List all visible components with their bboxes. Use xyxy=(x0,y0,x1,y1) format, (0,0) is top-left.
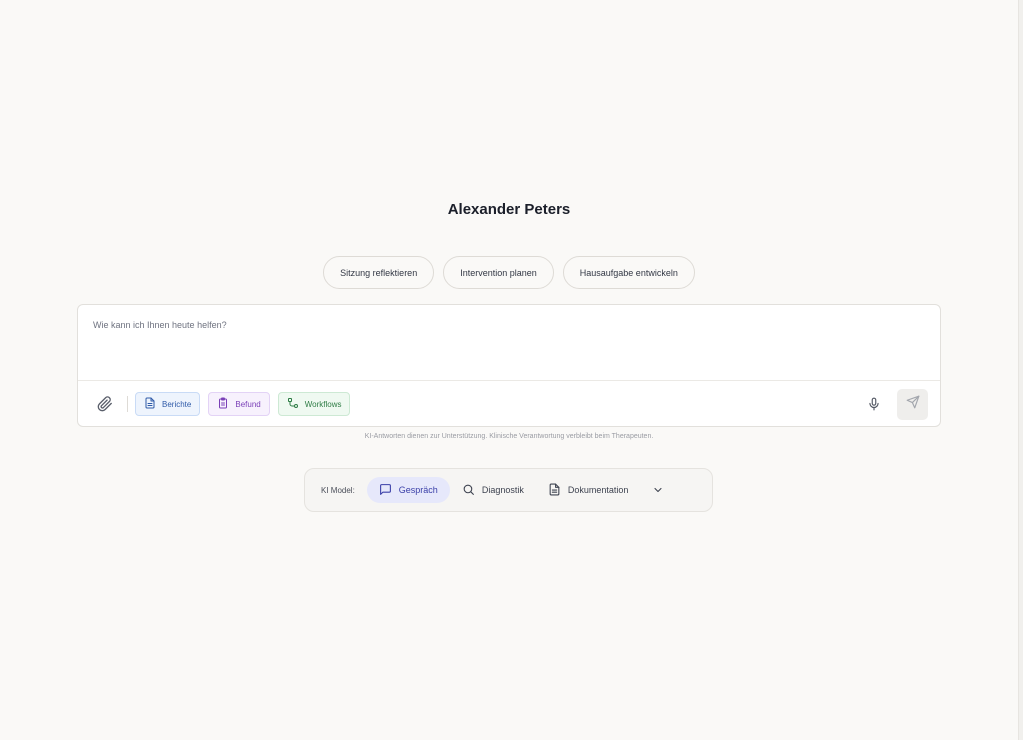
model-option-label: Diagnostik xyxy=(481,485,524,495)
model-selector: KI Model: Gespräch Diagnostik Dokumentat… xyxy=(304,468,713,512)
berichte-button[interactable]: Berichte xyxy=(135,392,201,416)
chat-bubble-icon xyxy=(379,483,392,498)
befund-button[interactable]: Befund xyxy=(208,392,270,416)
composer-toolbar: Berichte Befund Workflows xyxy=(78,381,940,427)
send-button[interactable] xyxy=(897,388,928,420)
berichte-label: Berichte xyxy=(162,399,192,409)
chevron-down-icon[interactable] xyxy=(652,484,664,496)
suggestion-chip-sitzung-reflektieren[interactable]: Sitzung reflektieren xyxy=(323,256,435,289)
model-option-gespraech[interactable]: Gespräch xyxy=(366,477,450,503)
suggestion-chip-hausaufgabe-entwickeln[interactable]: Hausaufgabe entwickeln xyxy=(562,256,695,289)
message-composer: Berichte Befund Workflows xyxy=(77,304,941,427)
document-icon xyxy=(144,397,156,411)
ai-disclaimer: KI-Antworten dienen zur Unterstützung. K… xyxy=(364,433,654,440)
model-option-label: Dokumentation xyxy=(567,485,629,495)
page-title: Alexander Peters xyxy=(447,201,571,218)
clipboard-icon xyxy=(217,397,229,411)
workflows-label: Workflows xyxy=(304,399,342,409)
message-input[interactable] xyxy=(78,305,940,380)
send-icon xyxy=(906,395,920,414)
suggestion-chips: Sitzung reflektieren Intervention planen… xyxy=(0,256,1018,289)
workflows-button[interactable]: Workflows xyxy=(277,392,351,416)
suggestion-chip-intervention-planen[interactable]: Intervention planen xyxy=(443,256,554,289)
toolbar-divider xyxy=(127,396,128,412)
model-option-label: Gespräch xyxy=(398,485,438,495)
model-selector-label: KI Model: xyxy=(321,485,355,495)
paperclip-icon[interactable] xyxy=(95,394,115,414)
search-icon xyxy=(462,483,475,498)
befund-label: Befund xyxy=(235,399,261,409)
model-option-diagnostik[interactable]: Diagnostik xyxy=(450,477,536,503)
model-option-dokumentation[interactable]: Dokumentation xyxy=(536,477,641,503)
document-icon xyxy=(548,483,561,498)
workflow-icon xyxy=(287,397,299,411)
microphone-icon[interactable] xyxy=(864,394,884,414)
scrollbar[interactable] xyxy=(1018,0,1023,740)
